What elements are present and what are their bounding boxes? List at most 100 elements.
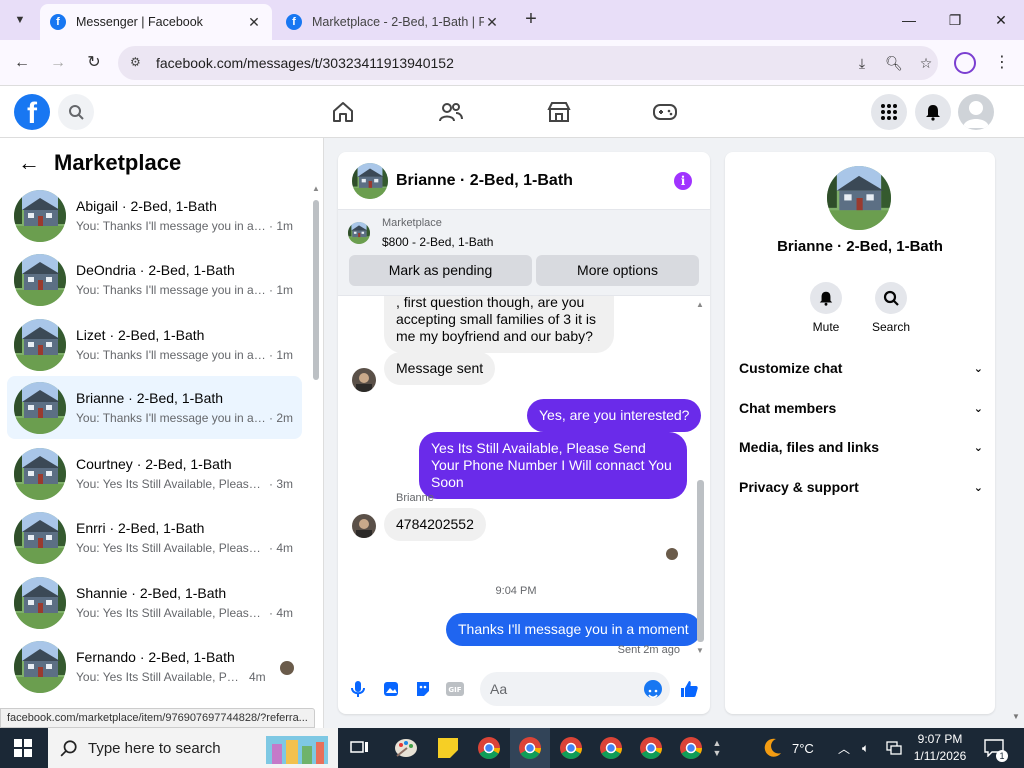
scroll-down-arrow-icon[interactable]: ▼: [696, 646, 704, 655]
chrome-icon[interactable]: [677, 734, 705, 762]
volume-icon[interactable]: 🔈︎: [862, 728, 869, 768]
back-arrow-icon[interactable]: ←: [18, 150, 40, 176]
conversation-item[interactable]: Courtney · 2-Bed, 1-Bath You: Yes Its St…: [7, 442, 302, 505]
sticky-notes-icon[interactable]: [434, 734, 462, 762]
show-hidden-icons-icon[interactable]: ︿: [838, 728, 850, 768]
conversation-item-selected[interactable]: Brianne · 2-Bed, 1-Bath You: Thanks I'll…: [7, 376, 302, 439]
chrome-icon[interactable]: [516, 734, 544, 762]
facebook-search-icon[interactable]: [58, 94, 94, 130]
weather-widget[interactable]: 7°C: [760, 728, 814, 768]
close-window-icon[interactable]: ✕: [989, 8, 1013, 32]
search-in-conversation-button[interactable]: Search: [861, 282, 921, 334]
facebook-logo-icon[interactable]: f: [14, 94, 50, 130]
house-thumbnail: [14, 641, 66, 693]
windows-start-icon[interactable]: [14, 739, 32, 757]
microphone-icon[interactable]: [347, 678, 369, 700]
taskbar-scroll-icon[interactable]: ▲ ▼: [710, 734, 724, 762]
url-omnibox[interactable]: ⚙ facebook.com/messages/t/30323411913940…: [118, 46, 938, 80]
chrome-icon[interactable]: [597, 734, 625, 762]
gaming-icon[interactable]: [651, 98, 679, 126]
zoom-icon[interactable]: 🔍︎: [882, 51, 906, 75]
browser-profile-icon[interactable]: [954, 52, 976, 74]
chat-scrollbar[interactable]: [697, 480, 704, 642]
conversation-name: Enrri · 2-Bed, 1-Bath: [76, 520, 205, 536]
account-avatar[interactable]: [958, 94, 994, 130]
new-tab-icon[interactable]: +: [520, 9, 542, 31]
install-app-icon[interactable]: ⤓: [850, 51, 874, 75]
message-input[interactable]: Aa: [480, 672, 670, 706]
conversation-time: · 1m: [269, 219, 293, 233]
photo-icon[interactable]: [380, 678, 402, 700]
conversation-preview: You: Yes Its Still Available, Please S..…: [76, 477, 266, 491]
conversation-name: Shannie · 2-Bed, 1-Bath: [76, 585, 227, 601]
gif-icon[interactable]: GIF: [444, 678, 466, 700]
mute-button[interactable]: Mute: [796, 282, 856, 334]
mark-as-pending-button[interactable]: Mark as pending: [349, 255, 532, 286]
chrome-icon[interactable]: [637, 734, 665, 762]
taskbar-search[interactable]: Type here to search: [48, 728, 338, 768]
tab-title: Messenger | Facebook: [76, 15, 203, 29]
media-files-links-section[interactable]: Media, files and links ⌄: [739, 435, 983, 459]
conversation-avatar[interactable]: [827, 166, 891, 230]
site-settings-icon[interactable]: ⚙: [130, 55, 146, 71]
scroll-up-arrow-icon[interactable]: ▲: [312, 184, 320, 193]
sticker-icon[interactable]: [412, 678, 434, 700]
chrome-icon[interactable]: [557, 734, 585, 762]
conversation-item[interactable]: Lizet · 2-Bed, 1-Bath You: Thanks I'll m…: [7, 313, 302, 376]
listing-thumbnail[interactable]: [348, 222, 370, 244]
house-thumbnail[interactable]: [352, 163, 388, 199]
conversation-item[interactable]: DeOndria · 2-Bed, 1-Bath You: Thanks I'l…: [7, 248, 302, 311]
conversation-item[interactable]: Shannie · 2-Bed, 1-Bath You: Yes Its Sti…: [7, 571, 302, 634]
conversation-item[interactable]: Enrri · 2-Bed, 1-Bath You: Yes Its Still…: [7, 506, 302, 569]
time-separator: 9:04 PM: [495, 585, 537, 597]
task-view-icon[interactable]: [346, 734, 374, 762]
conversation-time: 4m: [249, 670, 266, 684]
temperature: 7°C: [792, 740, 814, 756]
tab-title: Marketplace - 2-Bed, 1-Bath | Fa: [312, 15, 484, 29]
tab-search-chevron-icon[interactable]: ▼: [8, 8, 32, 32]
more-options-button[interactable]: More options: [536, 255, 699, 286]
menu-grid-icon[interactable]: [871, 94, 907, 130]
svg-text:GIF: GIF: [448, 686, 461, 694]
network-icon[interactable]: [886, 728, 902, 768]
privacy-support-section[interactable]: Privacy & support ⌄: [739, 475, 983, 499]
restore-icon[interactable]: ❐: [943, 8, 967, 32]
bookmark-star-icon[interactable]: ☆: [914, 51, 938, 75]
minimize-icon[interactable]: —: [897, 8, 921, 32]
home-icon[interactable]: [329, 98, 357, 126]
scroll-up-arrow-icon[interactable]: ▲: [696, 300, 704, 309]
tab-close-icon[interactable]: ✕: [484, 14, 500, 31]
chat-members-section[interactable]: Chat members ⌄: [739, 396, 983, 420]
back-icon[interactable]: ←: [10, 51, 34, 75]
reload-icon[interactable]: ↻: [82, 51, 106, 75]
forward-icon[interactable]: →: [46, 51, 70, 75]
tab-close-icon[interactable]: ✕: [246, 14, 262, 31]
notifications-bell-icon[interactable]: [915, 94, 951, 130]
chat-title[interactable]: Brianne · 2-Bed, 1-Bath: [396, 172, 710, 190]
thumbs-up-icon[interactable]: [678, 678, 700, 700]
system-clock[interactable]: 9:07 PM 1/11/2026: [910, 731, 970, 765]
house-thumbnail: [14, 319, 66, 371]
conversation-name: Brianne · 2-Bed, 1-Bath: [777, 238, 943, 255]
tab-marketplace[interactable]: f Marketplace - 2-Bed, 1-Bath | Fa ✕: [276, 4, 510, 40]
message-composer: GIF Aa: [338, 664, 710, 714]
emoji-icon[interactable]: [644, 680, 662, 699]
conversation-item[interactable]: Abigail · 2-Bed, 1-Bath You: Thanks I'll…: [7, 184, 302, 247]
conversation-item[interactable]: Fernando · 2-Bed, 1-Bath You: Yes Its St…: [7, 635, 302, 698]
paint-app-icon[interactable]: [392, 734, 420, 762]
chrome-icon[interactable]: [475, 734, 503, 762]
notification-center-icon[interactable]: 1: [984, 728, 1008, 768]
info-icon[interactable]: i: [674, 172, 692, 190]
listing-price[interactable]: $800 - 2-Bed, 1-Bath: [382, 235, 493, 249]
browser-menu-icon[interactable]: ⋮: [994, 52, 1010, 72]
chevron-down-icon: ⌄: [973, 362, 983, 375]
tab-messenger[interactable]: f Messenger | Facebook ✕: [40, 4, 272, 40]
conversation-list-scrollbar[interactable]: [313, 200, 319, 380]
customize-chat-section[interactable]: Customize chat ⌄: [739, 356, 983, 380]
brianne-avatar: [352, 514, 376, 538]
url-text[interactable]: facebook.com/messages/t/3032341191394015…: [156, 55, 842, 71]
page-scroll-down-icon[interactable]: ▼: [1012, 712, 1020, 721]
friends-icon[interactable]: [437, 98, 465, 126]
chat-header: Brianne · 2-Bed, 1-Bath: [338, 152, 710, 210]
marketplace-icon[interactable]: [545, 98, 573, 126]
